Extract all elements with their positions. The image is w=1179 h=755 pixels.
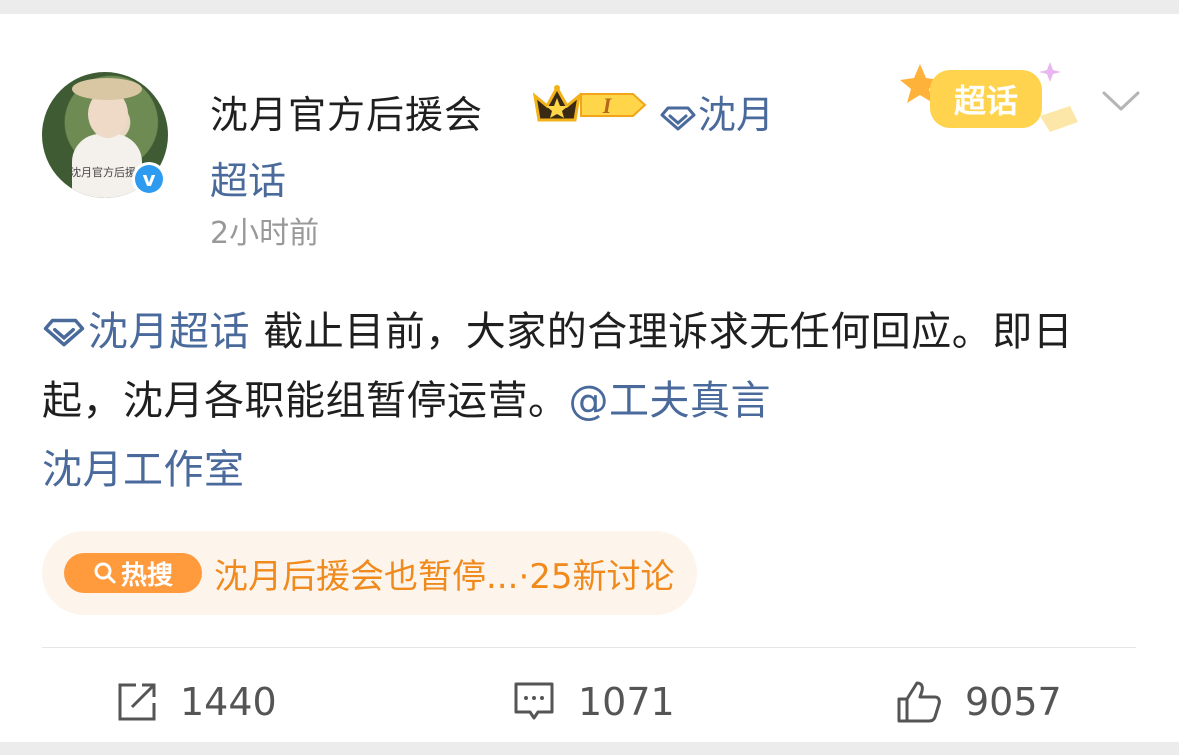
repost-button[interactable]: 1440 xyxy=(116,674,277,730)
like-button[interactable]: 9057 xyxy=(895,674,1062,730)
topic-diamond-icon xyxy=(43,318,85,347)
verified-icon: v xyxy=(132,162,166,196)
comment-count: 1071 xyxy=(578,680,675,724)
repost-icon xyxy=(118,683,156,721)
chevron-down-icon[interactable] xyxy=(1101,88,1141,114)
comment-icon xyxy=(514,682,554,720)
post-timestamp: 2小时前 xyxy=(210,216,320,251)
hot-search-text: 沈月后援会也暂停...·25新讨论 xyxy=(214,557,675,597)
author-topic-link[interactable]: 沈月 xyxy=(660,84,774,139)
avatar-watermark: 沈月官方后援 xyxy=(70,166,136,179)
author-topic-line1: 沈月 xyxy=(698,93,775,137)
avatar-hat xyxy=(72,78,142,100)
like-count: 9057 xyxy=(965,680,1062,724)
thumbs-up-icon xyxy=(897,681,941,723)
hot-search-banner[interactable]: 热搜 沈月后援会也暂停...·25新讨论 xyxy=(42,531,697,615)
svg-text:超话: 超话 xyxy=(954,82,1018,120)
topic-diamond-icon xyxy=(660,106,696,130)
author-name[interactable]: 沈月官方后援会 xyxy=(210,84,483,139)
mention-link[interactable]: @工夫真言 xyxy=(569,378,772,424)
content-topic-link[interactable]: 沈月超话 xyxy=(42,309,250,355)
search-icon xyxy=(94,562,116,584)
comment-button[interactable]: 1071 xyxy=(512,674,675,730)
author-topic-line2[interactable]: 超话 xyxy=(210,150,286,205)
divider xyxy=(42,647,1136,648)
post-content: 沈月超话 截止目前，大家的合理诉求无任何回应。即日起，沈月各职能组暂停运营。@工… xyxy=(42,298,1142,505)
svg-text:I: I xyxy=(602,93,613,118)
repost-count: 1440 xyxy=(180,680,277,724)
post-card: 沈月官方后援 v 沈月官方后援会 I 沈月 超话 2小时前 超话 沈月超话 截止… xyxy=(0,14,1179,742)
chaohua-badge-icon[interactable]: 超话 xyxy=(900,56,1085,138)
mention-link-2[interactable]: 沈月工作室 xyxy=(42,447,245,493)
crown-level-icon: I xyxy=(533,84,647,122)
hot-search-badge: 热搜 xyxy=(64,553,202,593)
